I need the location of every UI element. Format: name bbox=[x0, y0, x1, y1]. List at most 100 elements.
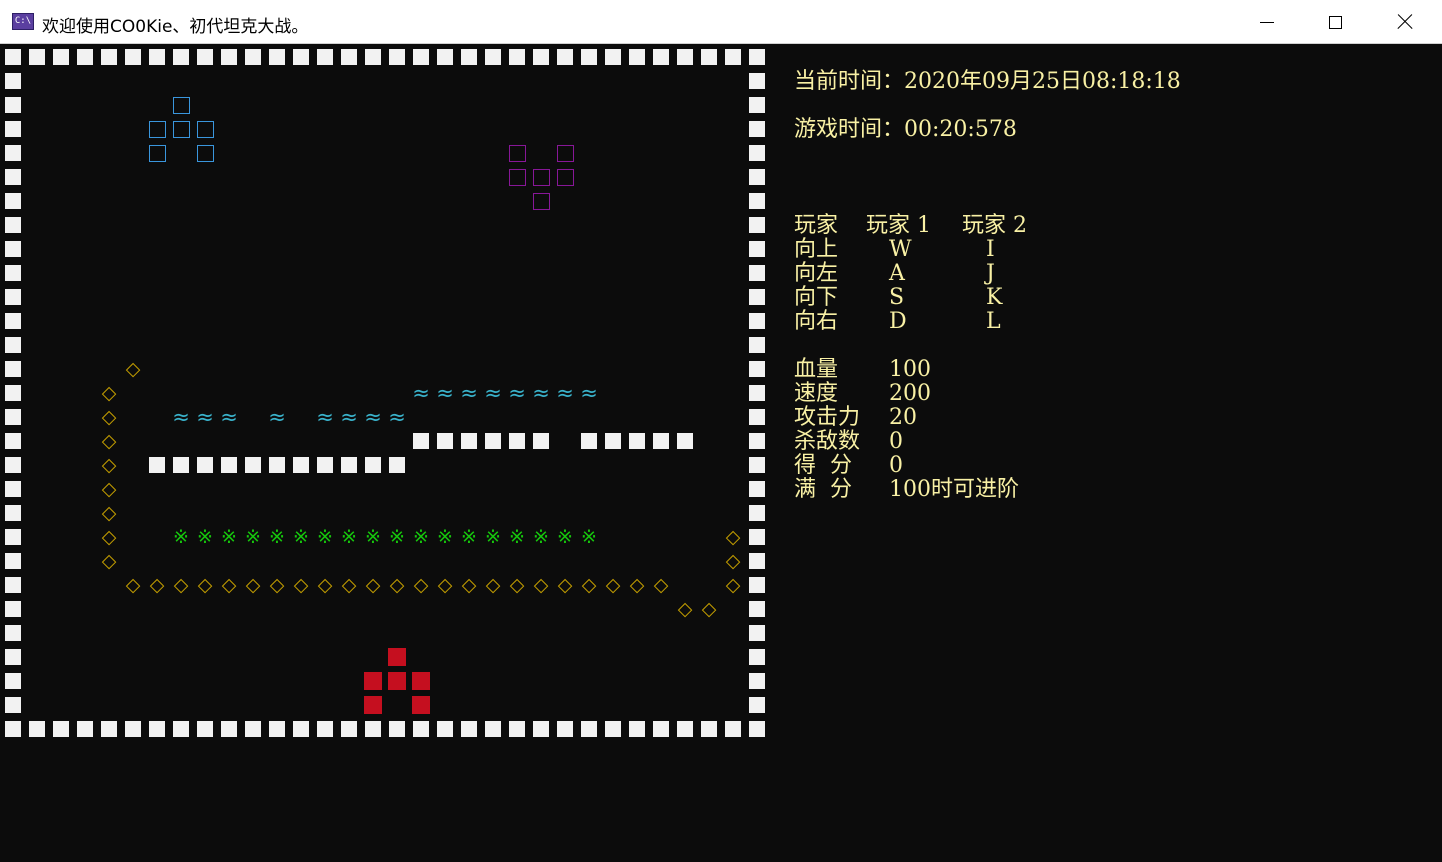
border-wall-block bbox=[365, 49, 381, 65]
border-wall-block bbox=[221, 721, 237, 737]
border-wall-block bbox=[749, 553, 765, 569]
game-arena: ◇ ◇ ◇ ◇ ◇ ◇ ◇ ◇ ◇ ◇ ◇ ◇ ◇ ◇ ◇ ◇ ◇ ◇ ◇ ◇ ◇ ◇ ◇ ◇ ◇ ◇ ◇ ◇ ◇ ◇ ◇ ◇ ◇ ◇ ◇ ◇ ◇ ≈ ≈ ≈… bbox=[0, 45, 780, 745]
border-wall-block bbox=[5, 217, 21, 233]
grass-icon: ※ bbox=[485, 525, 501, 548]
steel-diamond-icon: ◇ bbox=[365, 573, 381, 596]
border-wall-block bbox=[749, 577, 765, 593]
steel-diamond-icon: ◇ bbox=[101, 501, 117, 524]
border-wall-block bbox=[149, 721, 165, 737]
brick-wall-block bbox=[365, 457, 381, 473]
enemy-tank-cell bbox=[148, 120, 166, 138]
border-wall-block bbox=[5, 145, 21, 161]
maximize-icon bbox=[1328, 15, 1342, 29]
border-wall-block bbox=[5, 193, 21, 209]
grass-icon: ※ bbox=[341, 525, 357, 548]
steel-diamond-icon: ◇ bbox=[509, 573, 525, 596]
water-wave-icon: ≈ bbox=[172, 404, 190, 429]
control-action: 向下 bbox=[794, 285, 839, 310]
border-wall-block bbox=[149, 49, 165, 65]
enemy-tank-cell bbox=[172, 120, 190, 138]
border-wall-block bbox=[725, 49, 741, 65]
player-tank-cell bbox=[412, 696, 430, 714]
steel-diamond-icon: ◇ bbox=[197, 573, 213, 596]
brick-wall-block bbox=[269, 457, 285, 473]
border-wall-block bbox=[101, 49, 117, 65]
water-wave-icon: ≈ bbox=[268, 404, 286, 429]
stat-value: 0 bbox=[889, 453, 903, 478]
steel-diamond-icon: ◇ bbox=[341, 573, 357, 596]
maximize-button[interactable] bbox=[1300, 0, 1370, 44]
border-wall-block bbox=[629, 49, 645, 65]
border-wall-block bbox=[437, 49, 453, 65]
border-wall-block bbox=[701, 49, 717, 65]
brick-wall-block bbox=[653, 433, 669, 449]
minimize-button[interactable] bbox=[1232, 0, 1302, 44]
border-wall-block bbox=[5, 49, 21, 65]
title-bar[interactable]: C:\ 欢迎使用CO0Kie、初代坦克大战。 bbox=[0, 0, 1442, 44]
border-wall-block bbox=[5, 385, 21, 401]
grass-icon: ※ bbox=[221, 525, 237, 548]
border-wall-block bbox=[581, 49, 597, 65]
border-wall-block bbox=[677, 49, 693, 65]
grass-icon: ※ bbox=[413, 525, 429, 548]
border-wall-block bbox=[5, 601, 21, 617]
water-wave-icon: ≈ bbox=[460, 380, 478, 405]
border-wall-block bbox=[29, 721, 45, 737]
border-wall-block bbox=[5, 553, 21, 569]
steel-diamond-icon: ◇ bbox=[605, 573, 621, 596]
border-wall-block bbox=[749, 649, 765, 665]
water-wave-icon: ≈ bbox=[340, 404, 358, 429]
grass-icon: ※ bbox=[269, 525, 285, 548]
grass-icon: ※ bbox=[197, 525, 213, 548]
enemy-tank-cell bbox=[172, 96, 190, 114]
border-wall-block bbox=[653, 49, 669, 65]
border-wall-block bbox=[5, 673, 21, 689]
stat-row-score: 得 分 0 bbox=[794, 454, 1194, 478]
brick-wall-block bbox=[245, 457, 261, 473]
border-wall-block bbox=[5, 649, 21, 665]
steel-diamond-icon: ◇ bbox=[725, 549, 741, 572]
brick-wall-block bbox=[461, 433, 477, 449]
control-key-p1: W bbox=[889, 237, 912, 262]
border-wall-block bbox=[701, 721, 717, 737]
border-wall-block bbox=[173, 49, 189, 65]
border-wall-block bbox=[5, 313, 21, 329]
player-tank-cell bbox=[388, 672, 406, 690]
steel-diamond-icon: ◇ bbox=[101, 381, 117, 404]
controls-row: 向左 A J bbox=[794, 262, 1194, 286]
brick-wall-block bbox=[677, 433, 693, 449]
border-wall-block bbox=[749, 481, 765, 497]
stat-label: 血量 bbox=[794, 357, 839, 382]
game-time-label: 游戏时间： bbox=[794, 117, 905, 142]
border-wall-block bbox=[533, 49, 549, 65]
enemy-tank-cell bbox=[556, 144, 574, 162]
border-wall-block bbox=[77, 49, 93, 65]
stat-value: 100时可进阶 bbox=[889, 477, 1019, 502]
border-wall-block bbox=[677, 721, 693, 737]
border-wall-block bbox=[749, 721, 765, 737]
border-wall-block bbox=[5, 505, 21, 521]
steel-diamond-icon: ◇ bbox=[317, 573, 333, 596]
steel-diamond-icon: ◇ bbox=[389, 573, 405, 596]
border-wall-block bbox=[749, 433, 765, 449]
console-app-icon: C:\ bbox=[12, 13, 34, 30]
stat-label: 杀敌数 bbox=[794, 429, 861, 454]
border-wall-block bbox=[413, 49, 429, 65]
stat-label: 速度 bbox=[794, 381, 839, 406]
close-button[interactable] bbox=[1370, 0, 1440, 44]
control-key-p2: J bbox=[986, 261, 995, 286]
steel-diamond-icon: ◇ bbox=[101, 549, 117, 572]
border-wall-block bbox=[5, 409, 21, 425]
steel-diamond-icon: ◇ bbox=[725, 525, 741, 548]
border-wall-block bbox=[53, 49, 69, 65]
border-wall-block bbox=[509, 49, 525, 65]
brick-wall-block bbox=[341, 457, 357, 473]
border-wall-block bbox=[749, 697, 765, 713]
steel-diamond-icon: ◇ bbox=[125, 573, 141, 596]
steel-diamond-icon: ◇ bbox=[101, 405, 117, 428]
water-wave-icon: ≈ bbox=[556, 380, 574, 405]
minimize-icon bbox=[1260, 21, 1274, 23]
water-wave-icon: ≈ bbox=[436, 380, 454, 405]
steel-diamond-icon: ◇ bbox=[269, 573, 285, 596]
border-wall-block bbox=[749, 169, 765, 185]
